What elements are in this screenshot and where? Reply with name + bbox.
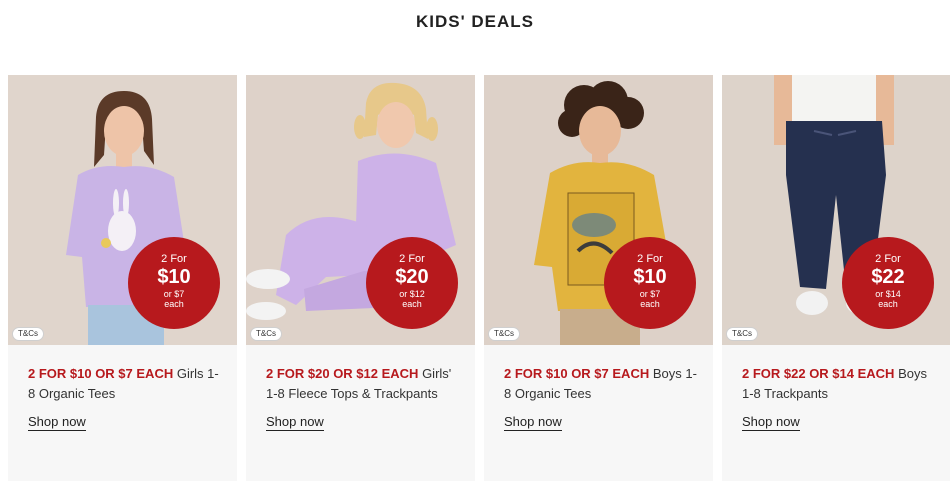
promo-text: 2 FOR $20 OR $12 EACH: [266, 366, 419, 381]
promo-text: 2 FOR $10 OR $7 EACH: [28, 366, 174, 381]
badge-label: 2 For: [161, 253, 187, 265]
deal-badge: 2 For $22 or $14 each: [842, 237, 934, 329]
badge-label: 2 For: [875, 253, 901, 265]
deal-badge: 2 For $10 or $7 each: [128, 237, 220, 329]
deal-description: 2 FOR $20 OR $12 EACH Girls' 1-8 Fleece …: [266, 364, 462, 404]
badge-alt-price: or $7: [639, 289, 661, 299]
shop-now-link[interactable]: Shop now: [742, 414, 800, 431]
badge-each: each: [402, 299, 422, 309]
promo-text: 2 FOR $22 OR $14 EACH: [742, 366, 895, 381]
badge-alt-price: or $7: [163, 289, 185, 299]
badge-price: $20: [395, 266, 429, 288]
tcs-link[interactable]: T&Cs: [488, 327, 520, 341]
deal-card-boys-trackpants[interactable]: 2 For $22 or $14 each T&Cs 2 FOR $22 OR …: [722, 75, 950, 481]
deal-badge: 2 For $20 or $12 each: [366, 237, 458, 329]
shop-now-link[interactable]: Shop now: [266, 414, 324, 431]
promo-text: 2 FOR $10 OR $7 EACH: [504, 366, 650, 381]
tcs-link[interactable]: T&Cs: [250, 327, 282, 341]
badge-each: each: [878, 299, 898, 309]
product-image[interactable]: 2 For $10 or $7 each T&Cs: [484, 75, 713, 345]
product-image[interactable]: 2 For $22 or $14 each T&Cs: [722, 75, 950, 345]
product-image[interactable]: 2 For $20 or $12 each T&Cs: [246, 75, 475, 345]
badge-label: 2 For: [637, 253, 663, 265]
deals-grid: 2 For $10 or $7 each T&Cs 2 FOR $10 OR $…: [8, 75, 950, 481]
badge-alt-price: or $14: [875, 289, 901, 299]
deal-card-boys-tees[interactable]: 2 For $10 or $7 each T&Cs 2 FOR $10 OR $…: [484, 75, 713, 481]
badge-label: 2 For: [399, 253, 425, 265]
deal-badge: 2 For $10 or $7 each: [604, 237, 696, 329]
shop-now-link[interactable]: Shop now: [28, 414, 86, 431]
deal-description: 2 FOR $10 OR $7 EACH Girls 1-8 Organic T…: [28, 364, 224, 404]
deal-description: 2 FOR $10 OR $7 EACH Boys 1-8 Organic Te…: [504, 364, 700, 404]
shop-now-link[interactable]: Shop now: [504, 414, 562, 431]
tcs-link[interactable]: T&Cs: [12, 327, 44, 341]
deal-card-girls-tees[interactable]: 2 For $10 or $7 each T&Cs 2 FOR $10 OR $…: [8, 75, 237, 481]
badge-price: $10: [157, 266, 191, 288]
deal-description: 2 FOR $22 OR $14 EACH Boys 1-8 Trackpant…: [742, 364, 938, 404]
badge-each: each: [640, 299, 660, 309]
badge-alt-price: or $12: [399, 289, 425, 299]
section-title: KIDS' DEALS: [416, 12, 534, 31]
deal-card-girls-fleece[interactable]: 2 For $20 or $12 each T&Cs 2 FOR $20 OR …: [246, 75, 475, 481]
tcs-link[interactable]: T&Cs: [726, 327, 758, 341]
badge-each: each: [164, 299, 184, 309]
badge-price: $22: [871, 266, 905, 288]
badge-price: $10: [633, 266, 667, 288]
product-image[interactable]: 2 For $10 or $7 each T&Cs: [8, 75, 237, 345]
